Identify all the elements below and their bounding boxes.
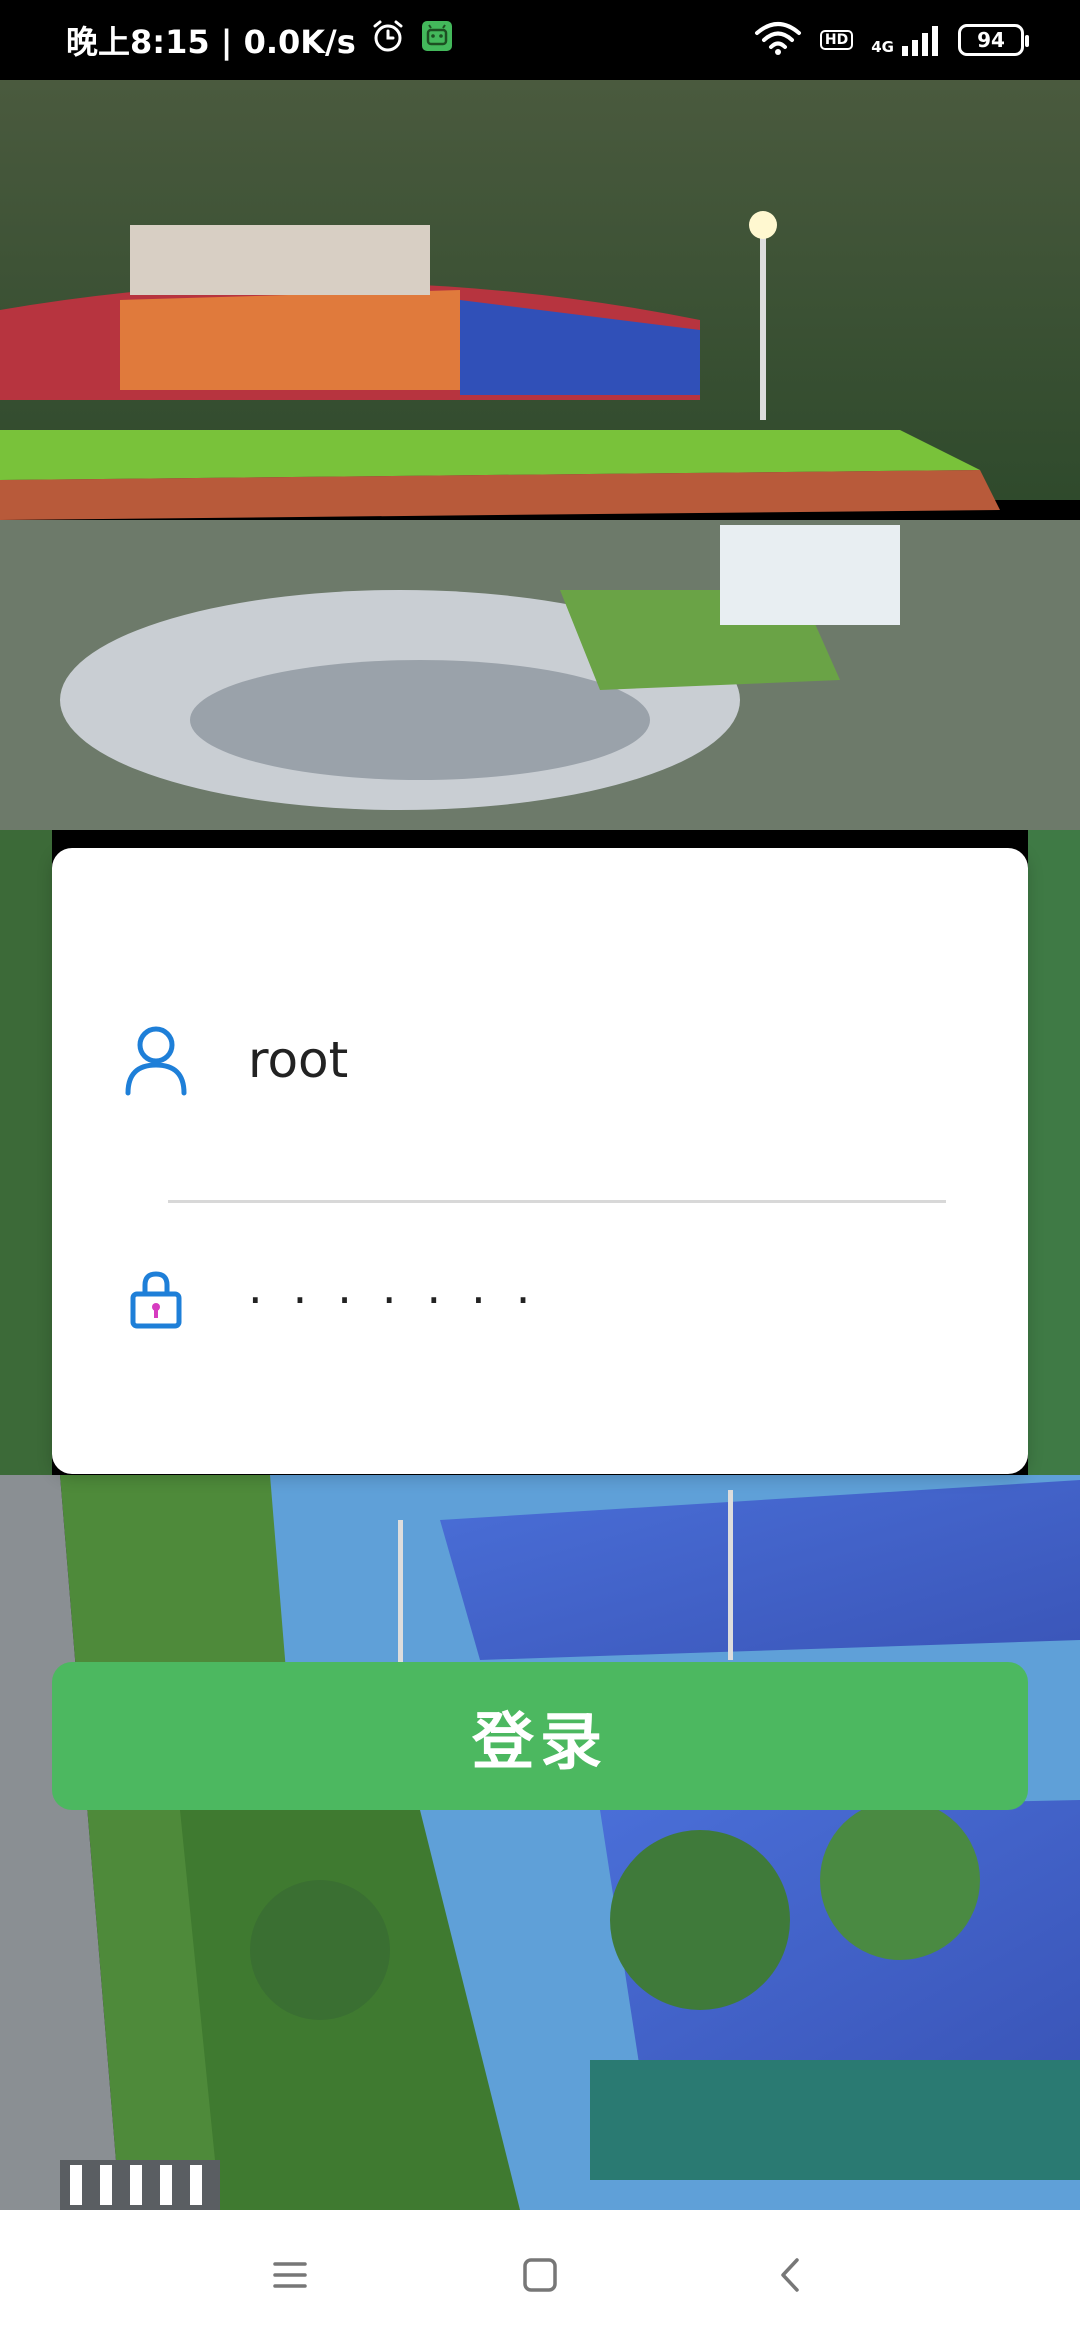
field-divider (168, 1200, 946, 1203)
battery-icon: 94 (958, 24, 1029, 56)
password-input[interactable]: ······· (248, 1273, 560, 1327)
back-icon[interactable] (755, 2240, 825, 2310)
alarm-icon (370, 18, 406, 62)
hd-badge: HD (819, 30, 854, 50)
status-bar: 晚上8:15 | 0.0K/s HD 4G 94 (0, 0, 1080, 80)
username-row (116, 1000, 946, 1120)
login-card (52, 848, 1028, 1474)
menu-icon[interactable] (255, 2240, 325, 2310)
navigation-bar (0, 2210, 1080, 2340)
network-type: 4G (871, 38, 894, 56)
signal-icon: 4G (871, 24, 940, 56)
status-time-speed: 晚上8:15 | 0.0K/s (66, 23, 356, 61)
battery-level: 94 (977, 28, 1005, 52)
lock-icon (116, 1260, 196, 1340)
password-row: ······· (116, 1240, 946, 1360)
user-icon (116, 1020, 196, 1100)
home-icon[interactable] (505, 2240, 575, 2310)
username-input[interactable] (248, 1031, 888, 1089)
login-button[interactable]: 登录 (52, 1662, 1028, 1810)
android-notification-icon (420, 19, 454, 61)
wifi-icon (754, 21, 802, 59)
login-screen: 晚上8:15 | 0.0K/s HD 4G 94 root ······· 登录 (0, 0, 1080, 2340)
